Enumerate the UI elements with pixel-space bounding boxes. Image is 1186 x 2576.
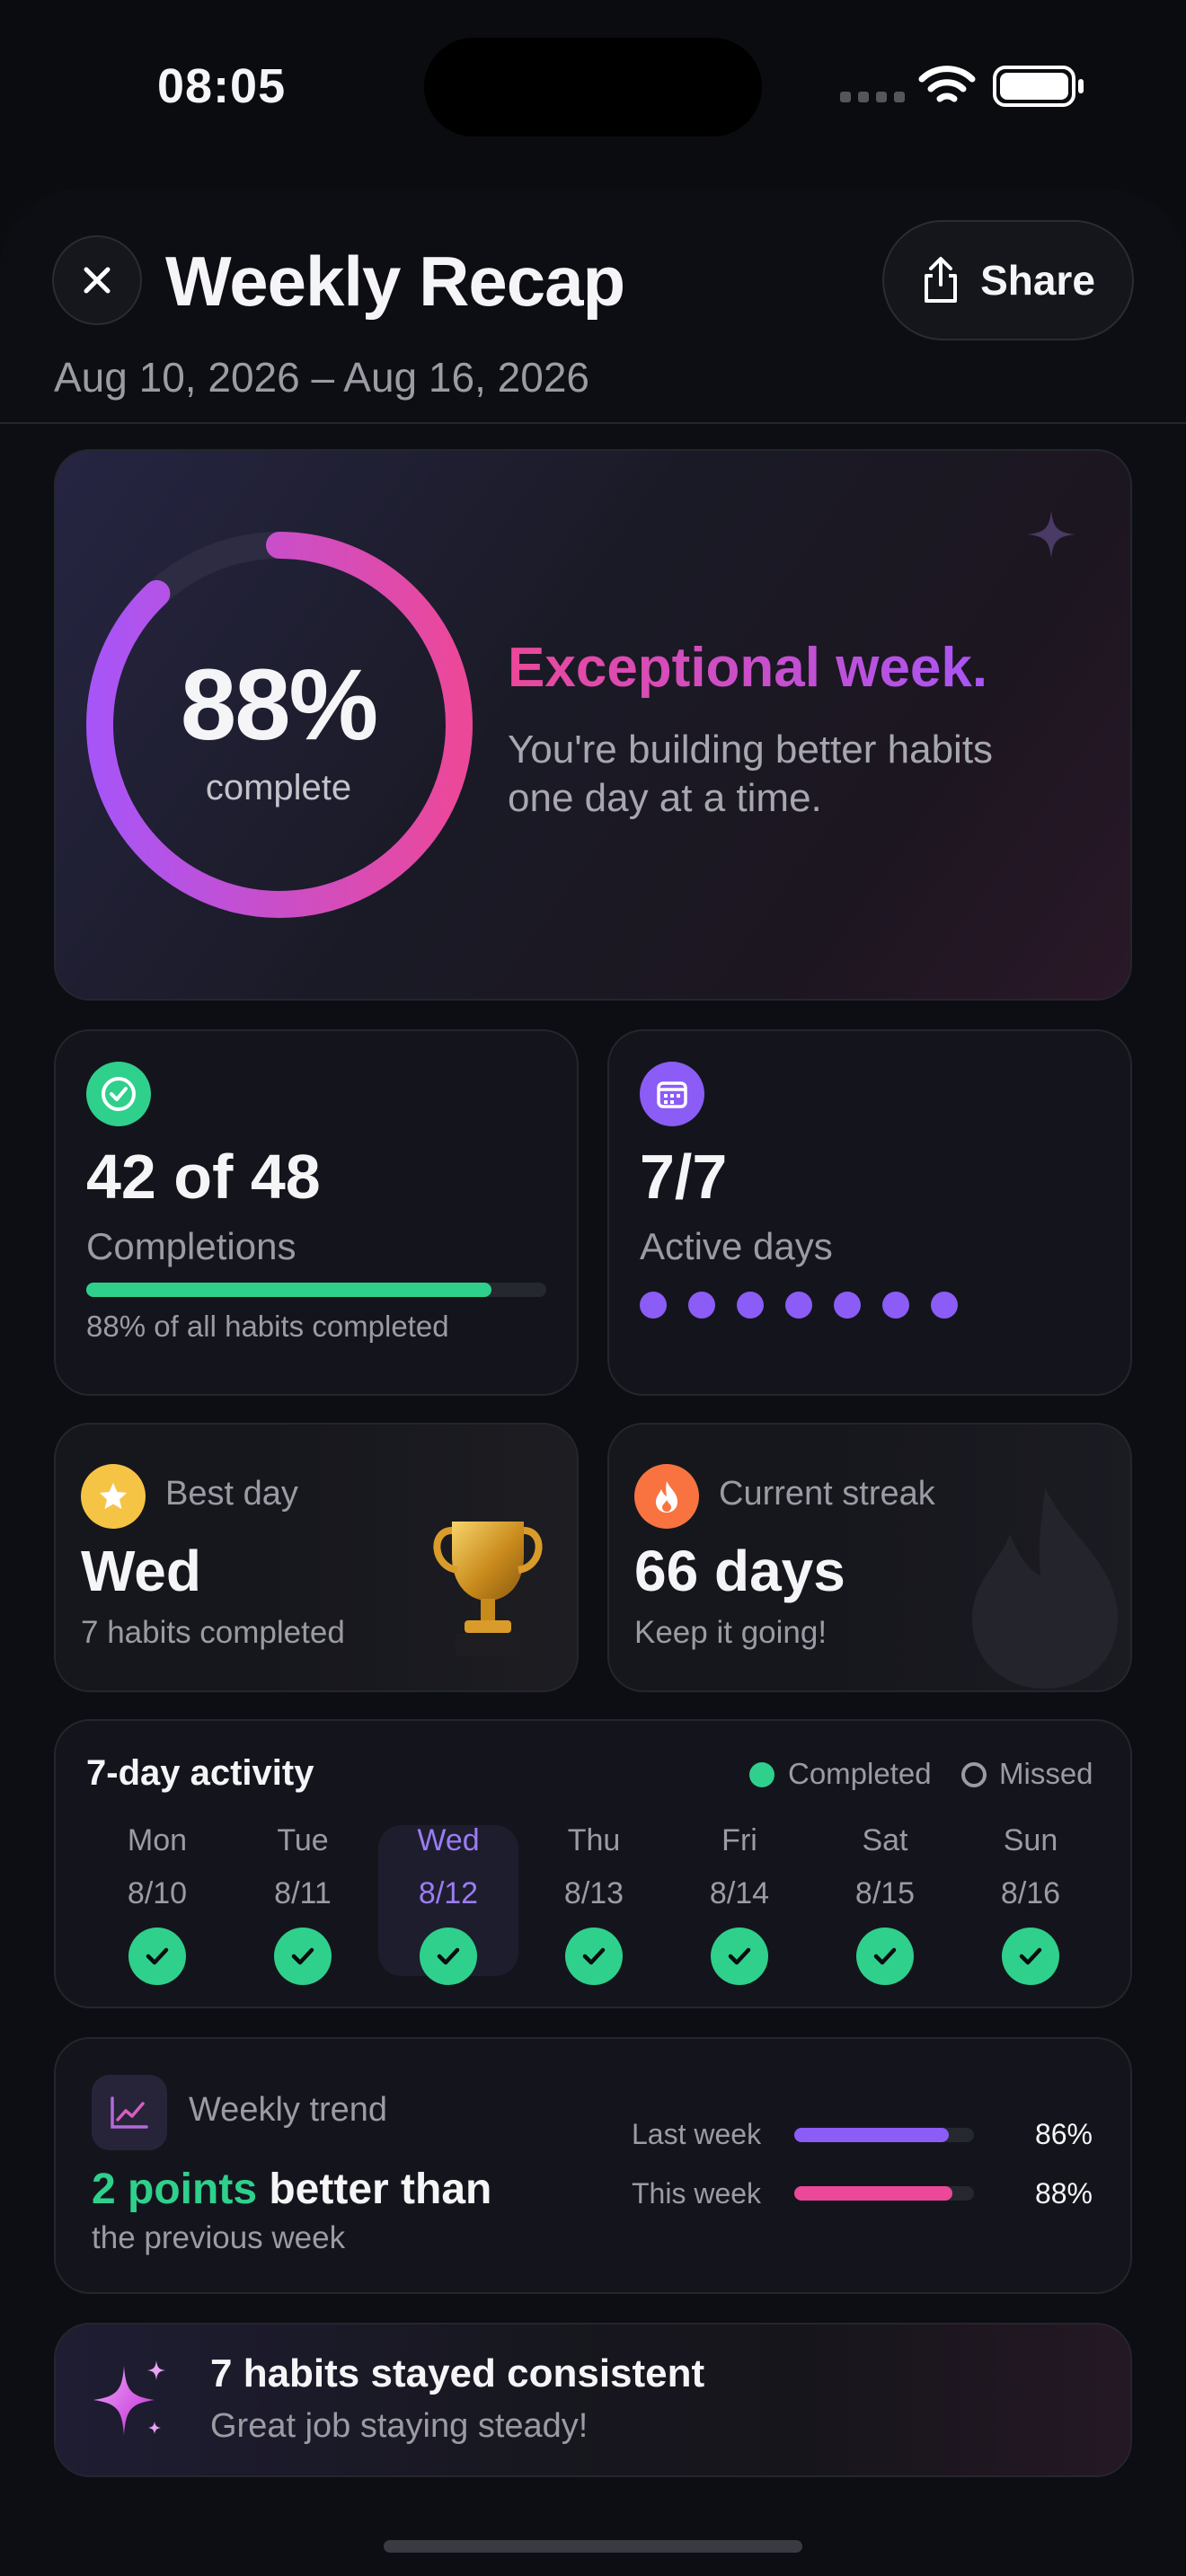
activity-day-wed[interactable]: Wed 8/12: [381, 1823, 516, 1985]
active-day-dot: [640, 1292, 667, 1319]
share-icon: [925, 257, 958, 303]
share-label: Share: [980, 257, 1095, 304]
wifi-icon: [918, 66, 976, 102]
hero-headline: Exceptional week.: [508, 637, 988, 699]
date-range: Aug 10, 2026 – Aug 16, 2026: [54, 354, 589, 401]
best-day-caption: 7 habits completed: [81, 1615, 345, 1650]
legend-completed-dot: [749, 1762, 774, 1787]
signal-icon: [840, 92, 905, 102]
active-days-label: Active days: [640, 1225, 833, 1267]
activity-day-date: 8/16: [1000, 1876, 1061, 1910]
legend-completed-label: Completed: [788, 1757, 932, 1790]
activity-day-name: Sun: [1003, 1823, 1058, 1857]
active-day-dot: [688, 1292, 715, 1319]
streak-caption: Keep it going!: [634, 1615, 828, 1650]
activity-day-thu[interactable]: Thu 8/13: [527, 1823, 661, 1985]
activity-day-date: 8/11: [274, 1876, 332, 1910]
battery-icon: [993, 66, 1075, 107]
consistency-title: 7 habits stayed consistent: [210, 2351, 705, 2395]
trend-highlight: 2 points: [92, 2166, 258, 2213]
activity-day-date: 8/10: [127, 1876, 188, 1910]
flame-icon: [634, 1464, 699, 1529]
completed-check-icon: [711, 1928, 768, 1985]
active-days-dots: [640, 1292, 958, 1319]
completion-percent: 88%: [180, 648, 378, 761]
activity-day-name: Mon: [127, 1823, 188, 1857]
trend-subtext: the previous week: [92, 2220, 346, 2255]
last-week-label: Last week: [632, 2118, 762, 2150]
activity-day-name: Wed: [417, 1823, 480, 1857]
close-icon: [84, 267, 111, 294]
dynamic-island: [424, 38, 762, 137]
status-time: 08:05: [157, 59, 287, 113]
completed-check-icon: [856, 1928, 914, 1985]
activity-day-name: Thu: [567, 1823, 621, 1857]
page-title: Weekly Recap: [165, 242, 625, 321]
activity-day-sun[interactable]: Sun 8/16: [963, 1823, 1098, 1985]
hero-subtext: You're building better habits one day at…: [508, 728, 994, 820]
activity-day-name: Fri: [721, 1823, 757, 1857]
active-day-dot: [737, 1292, 764, 1319]
active-day-dot: [882, 1292, 909, 1319]
activity-day-date: 8/12: [418, 1876, 479, 1910]
completed-check-icon: [274, 1928, 332, 1985]
activity-day-name: Sat: [862, 1823, 908, 1857]
activity-day-fri[interactable]: Fri 8/14: [672, 1823, 807, 1985]
consistency-card: [54, 2323, 1132, 2477]
trend-label: Weekly trend: [189, 2091, 388, 2129]
this-week-value: 88%: [1034, 2177, 1093, 2210]
completions-caption: 88% of all habits completed: [86, 1310, 449, 1343]
trend-headline-rest: better than: [269, 2166, 492, 2213]
close-button[interactable]: [52, 235, 142, 325]
best-day-label: Best day: [165, 1475, 298, 1513]
active-days-value: 7/7: [640, 1142, 728, 1212]
trophy-icon: [433, 1522, 543, 1656]
flame-watermark-icon: [972, 1487, 1118, 1689]
completed-check-icon: [420, 1928, 477, 1985]
completions-progress-fill: [86, 1283, 491, 1297]
battery-cap: [1078, 79, 1084, 93]
activity-day-date: 8/15: [854, 1876, 916, 1910]
activity-day-date: 8/14: [709, 1876, 770, 1910]
best-day-value: Wed: [81, 1539, 201, 1603]
sparkle-star-icon: [93, 2360, 165, 2436]
share-button[interactable]: Share: [882, 220, 1134, 340]
header-divider: [0, 422, 1186, 424]
completion-label: complete: [205, 768, 352, 807]
calendar-icon: [640, 1062, 704, 1126]
trend-headline: 2 points better than: [92, 2165, 491, 2214]
check-circle-icon: [86, 1062, 151, 1126]
activity-day-mon[interactable]: Mon 8/10: [90, 1823, 225, 1985]
screen: 08:05 Weekly Recap Share Aug 10, 2026 – …: [0, 0, 1186, 2576]
this-week-label: This week: [632, 2177, 762, 2210]
active-day-dot: [785, 1292, 812, 1319]
streak-value: 66 days: [634, 1539, 845, 1603]
last-week-fill: [794, 2128, 949, 2142]
activity-day-sat[interactable]: Sat 8/15: [818, 1823, 952, 1985]
completions-value: 42 of 48: [86, 1142, 321, 1212]
activity-day-date: 8/13: [563, 1876, 624, 1910]
consistency-subtitle: Great job staying steady!: [210, 2407, 589, 2445]
legend-missed-dot: [961, 1762, 987, 1787]
activity-title: 7-day activity: [86, 1753, 314, 1793]
star-icon: [81, 1464, 146, 1529]
activity-day-name: Tue: [277, 1823, 329, 1857]
activity-day-tue[interactable]: Tue 8/11: [235, 1823, 370, 1985]
sparkle-icon: [1027, 510, 1075, 559]
chart-line-icon: [92, 2075, 167, 2150]
this-week-fill: [794, 2186, 952, 2201]
completed-check-icon: [565, 1928, 623, 1985]
completed-check-icon: [128, 1928, 186, 1985]
active-day-dot: [834, 1292, 861, 1319]
streak-label: Current streak: [719, 1475, 935, 1513]
completed-check-icon: [1002, 1928, 1059, 1985]
completions-label: Completions: [86, 1225, 296, 1267]
last-week-value: 86%: [1034, 2118, 1093, 2150]
active-day-dot: [931, 1292, 958, 1319]
legend-missed-label: Missed: [999, 1757, 1093, 1790]
home-indicator[interactable]: [384, 2540, 802, 2553]
